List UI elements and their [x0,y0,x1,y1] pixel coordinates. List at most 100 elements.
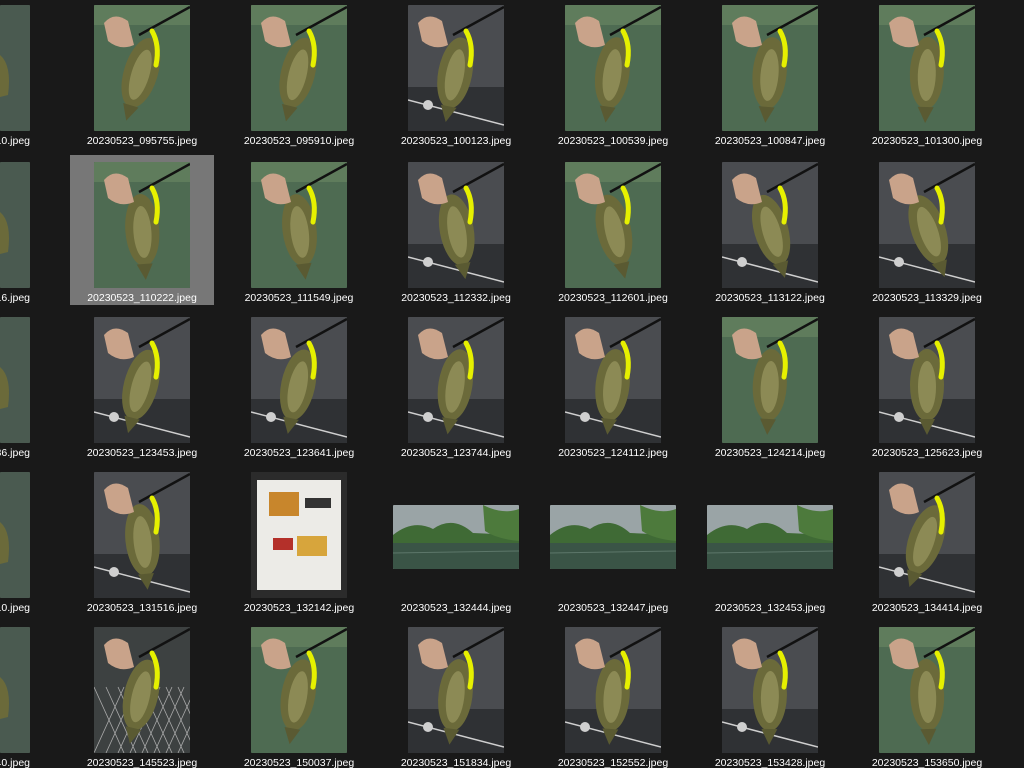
thumbnail-item[interactable]: 20230523_145523.jpeg [70,620,214,768]
fish-photo [0,317,30,443]
file-name-label: ...836.jpeg [0,447,30,459]
file-name-label: ...540.jpeg [0,757,30,768]
thumbnail-grid: ...510.jpeg 20230523_095755.jpeg 2023052… [0,0,1024,768]
fish-photo [0,162,30,288]
file-name-label: 20230523_150037.jpeg [243,757,355,768]
thumbnail-item[interactable]: 20230523_123453.jpeg [70,310,214,460]
file-name-label: 20230523_112601.jpeg [558,292,668,304]
thumbnail-item[interactable]: 20230523_124112.jpeg [541,310,685,460]
file-name-label: 20230523_124112.jpeg [558,447,668,459]
file-name-label: 20230523_132444.jpeg [400,602,512,614]
file-name-label: 20230523_123453.jpeg [86,447,198,459]
file-name-label: ...510.jpeg [0,135,30,147]
fish-photo [565,317,661,443]
thumbnail-item[interactable]: 20230523_095755.jpeg [70,0,214,148]
thumbnail-item[interactable]: 20230523_113122.jpeg [698,155,842,305]
thumbnail-item[interactable]: 20230523_132453.jpeg [698,465,842,615]
fish-photo [0,627,30,753]
fish-photo [251,5,347,131]
fish-photo [722,162,818,288]
file-name-label: 20230523_125623.jpeg [871,447,983,459]
thumbnail-item[interactable]: 20230523_153650.jpeg [855,620,999,768]
file-name-label: 20230523_111549.jpeg [244,292,354,304]
fish-photo [565,627,661,753]
fish-photo [251,627,347,753]
landscape-photo [550,505,676,569]
file-name-label: 20230523_132447.jpeg [557,602,669,614]
thumbnail-item[interactable]: 20230523_123744.jpeg [384,310,528,460]
fish-photo [94,472,190,598]
thumbnail-item[interactable]: 20230523_100539.jpeg [541,0,685,148]
file-name-label: 20230523_095755.jpeg [86,135,198,147]
thumbnail-item[interactable]: 20230523_132444.jpeg [384,465,528,615]
fish-photo [251,162,347,288]
file-name-label: 20230523_113329.jpeg [872,292,982,304]
package-photo [251,472,347,598]
file-name-label: ...016.jpeg [0,292,30,304]
file-name-label: 20230523_132142.jpeg [243,602,355,614]
thumbnail-item[interactable]: 20230523_152552.jpeg [541,620,685,768]
thumbnail-item[interactable]: ...836.jpeg [0,310,31,460]
thumbnail-item[interactable]: ...210.jpeg [0,465,31,615]
file-name-label: 20230523_131516.jpeg [86,602,198,614]
thumbnail-item[interactable]: 20230523_132142.jpeg [227,465,371,615]
thumbnail-item[interactable]: 20230523_113329.jpeg [855,155,999,305]
fish-photo [94,317,190,443]
thumbnail-item[interactable]: 20230523_125623.jpeg [855,310,999,460]
file-name-label: 20230523_100847.jpeg [714,135,826,147]
thumbnail-item[interactable]: 20230523_124214.jpeg [698,310,842,460]
file-name-label: 20230523_134414.jpeg [871,602,983,614]
thumbnail-item[interactable]: 20230523_100847.jpeg [698,0,842,148]
fish-photo [0,5,30,131]
fish-photo [251,317,347,443]
fish-photo [879,5,975,131]
file-name-label: 20230523_101300.jpeg [871,135,983,147]
thumbnail-item[interactable]: 20230523_132447.jpeg [541,465,685,615]
thumbnail-item[interactable]: ...016.jpeg [0,155,31,305]
thumbnail-item[interactable]: 20230523_095910.jpeg [227,0,371,148]
fish-photo [565,5,661,131]
thumbnail-item[interactable]: 20230523_123641.jpeg [227,310,371,460]
thumbnail-item[interactable]: 20230523_134414.jpeg [855,465,999,615]
file-name-label: 20230523_113122.jpeg [715,292,825,304]
thumbnail-item[interactable]: ...540.jpeg [0,620,31,768]
file-name-label: 20230523_100123.jpeg [400,135,512,147]
fish-photo [879,627,975,753]
file-name-label: 20230523_153428.jpeg [714,757,826,768]
fish-photo [0,472,30,598]
file-name-label: 20230523_152552.jpeg [557,757,669,768]
thumbnail-item[interactable]: 20230523_110222.jpeg [70,155,214,305]
thumbnail-item[interactable]: 20230523_111549.jpeg [227,155,371,305]
thumbnail-item[interactable]: 20230523_150037.jpeg [227,620,371,768]
file-name-label: 20230523_112332.jpeg [401,292,511,304]
thumbnail-item[interactable]: ...510.jpeg [0,0,31,148]
fish-photo [408,317,504,443]
file-name-label: 20230523_123744.jpeg [400,447,512,459]
fish-photo [565,162,661,288]
thumbnail-item[interactable]: 20230523_100123.jpeg [384,0,528,148]
thumbnail-item[interactable]: 20230523_131516.jpeg [70,465,214,615]
fish-photo [94,627,190,753]
thumbnail-item[interactable]: 20230523_151834.jpeg [384,620,528,768]
file-name-label: 20230523_145523.jpeg [86,757,198,768]
thumbnail-item[interactable]: 20230523_101300.jpeg [855,0,999,148]
fish-photo [879,162,975,288]
fish-photo [408,162,504,288]
landscape-photo [707,505,833,569]
thumbnail-item[interactable]: 20230523_112332.jpeg [384,155,528,305]
fish-photo [722,5,818,131]
fish-photo [722,317,818,443]
file-name-label: 20230523_151834.jpeg [400,757,512,768]
file-name-label: 20230523_095910.jpeg [243,135,355,147]
file-name-label: 20230523_100539.jpeg [557,135,669,147]
file-name-label: 20230523_123641.jpeg [243,447,355,459]
file-name-label: 20230523_110222.jpeg [87,292,197,304]
fish-photo [879,472,975,598]
fish-photo [879,317,975,443]
thumbnail-item[interactable]: 20230523_153428.jpeg [698,620,842,768]
landscape-photo [393,505,519,569]
thumbnail-item[interactable]: 20230523_112601.jpeg [541,155,685,305]
file-name-label: ...210.jpeg [0,602,30,614]
file-name-label: 20230523_124214.jpeg [714,447,826,459]
file-name-label: 20230523_132453.jpeg [714,602,826,614]
